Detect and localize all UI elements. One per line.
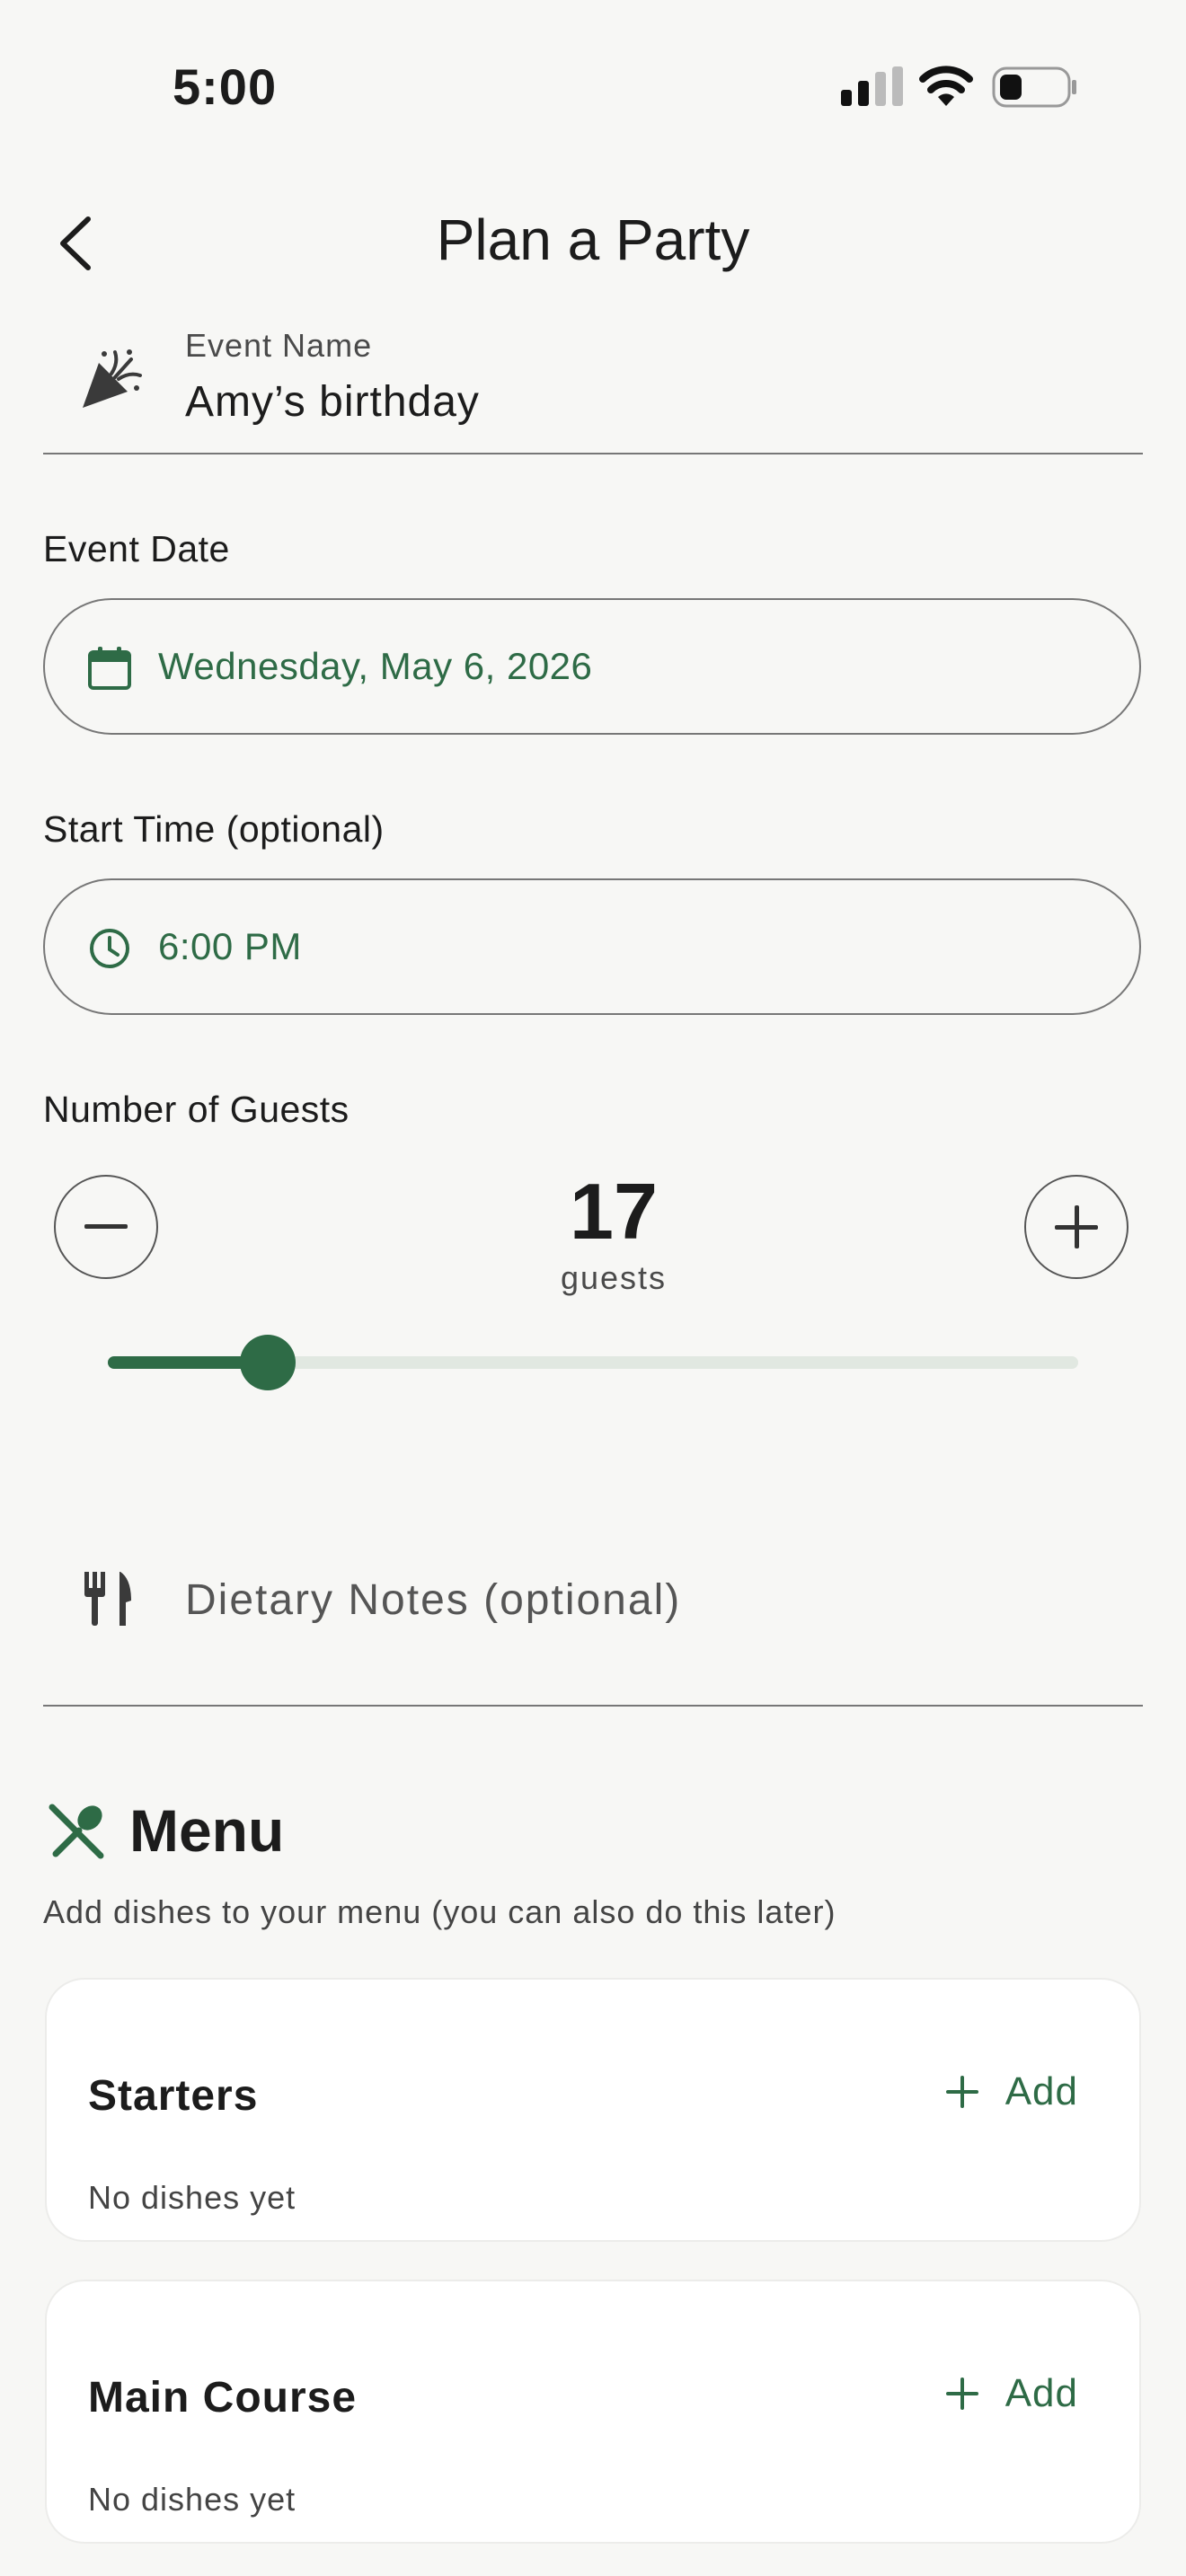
guest-slider-thumb[interactable] bbox=[240, 1335, 296, 1390]
event-date-value: Wednesday, May 6, 2026 bbox=[158, 645, 593, 687]
menu-section-card-main-course: Main Course Add No dishes yet bbox=[45, 2280, 1141, 2544]
menu-section-title: Starters bbox=[88, 2072, 259, 2120]
event-date-picker[interactable]: Wednesday, May 6, 2026 bbox=[43, 598, 1141, 735]
calendar-icon bbox=[88, 647, 131, 690]
menu-section-card-starters: Starters Add No dishes yet bbox=[45, 1978, 1141, 2242]
wifi-icon bbox=[919, 66, 973, 106]
clock-icon bbox=[90, 929, 129, 968]
increment-guests-button[interactable] bbox=[1024, 1175, 1128, 1279]
plus-icon bbox=[945, 2076, 978, 2108]
guest-unit-label: guests bbox=[560, 1259, 668, 1296]
event-date-label: Event Date bbox=[43, 528, 230, 569]
guests-label: Number of Guests bbox=[43, 1089, 350, 1130]
start-time-label: Start Time (optional) bbox=[43, 808, 385, 850]
add-starter-button[interactable]: Add bbox=[945, 2069, 1078, 2114]
plus-icon bbox=[945, 2378, 978, 2410]
start-time-value: 6:00 PM bbox=[158, 925, 302, 967]
start-time-picker[interactable]: 6:00 PM bbox=[43, 878, 1141, 1015]
plus-icon bbox=[1055, 1205, 1098, 1248]
fork-knife-icon bbox=[84, 1572, 131, 1626]
dietary-notes-underline bbox=[43, 1705, 1143, 1707]
menu-title: Menu bbox=[129, 1797, 285, 1864]
page-title: Plan a Party bbox=[436, 207, 750, 272]
empty-dishes-text: No dishes yet bbox=[88, 2481, 296, 2518]
empty-dishes-text: No dishes yet bbox=[88, 2179, 296, 2216]
party-popper-icon bbox=[83, 349, 142, 408]
guest-slider-track[interactable] bbox=[108, 1335, 1078, 1390]
dietary-notes-input[interactable]: Dietary Notes (optional) bbox=[185, 1575, 681, 1625]
event-name-underline bbox=[43, 453, 1143, 454]
add-label: Add bbox=[1005, 2371, 1078, 2415]
battery-icon bbox=[992, 66, 1076, 108]
menu-section-title: Main Course bbox=[88, 2374, 358, 2422]
guest-count: 17 bbox=[570, 1167, 658, 1256]
event-name-label: Event Name bbox=[185, 327, 373, 364]
menu-subtitle: Add dishes to your menu (you can also do… bbox=[43, 1893, 836, 1930]
event-name-input[interactable]: Amy’s birthday bbox=[185, 377, 480, 427]
utensils-crossed-icon bbox=[49, 1804, 104, 1859]
status-time: 5:00 bbox=[173, 58, 278, 115]
add-main-course-button[interactable]: Add bbox=[945, 2371, 1078, 2416]
cellular-signal-icon bbox=[841, 66, 903, 106]
add-label: Add bbox=[1005, 2069, 1078, 2113]
